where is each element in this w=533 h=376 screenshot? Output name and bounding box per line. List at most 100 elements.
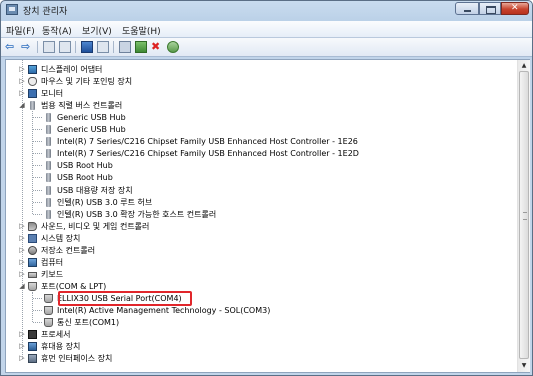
menu-view[interactable]: 보기(V) xyxy=(82,24,112,37)
maximize-button[interactable] xyxy=(479,2,501,15)
expand-toggle-icon[interactable]: ▷ xyxy=(18,341,26,352)
back-arrow-icon[interactable]: ⇦ xyxy=(5,41,17,53)
toolbar-separator xyxy=(37,41,38,53)
device-tree-panel: ▷ 디스플레이 어댑터 ▷ 마우스 및 기타 포인팅 장치 ▷ 모니터 ◢ 범용 직렬 버스 … xyxy=(5,59,530,373)
portable-device-icon xyxy=(28,342,37,352)
usb-icon xyxy=(46,137,51,147)
tree-item-label: 인텔(R) USB 3.0 루트 허브 xyxy=(57,197,153,207)
tree-item-label: 디스플레이 어댑터 xyxy=(41,65,103,74)
port-icon xyxy=(44,293,53,303)
scroll-grip xyxy=(523,212,527,220)
window-title: 장치 관리자 xyxy=(23,7,68,17)
tree-item-label: 인텔(R) USB 3.0 확장 가능한 호스트 컨트롤러 xyxy=(57,209,217,219)
scroll-thumb[interactable] xyxy=(519,71,529,359)
tree-item-label: 휴대용 장치 xyxy=(41,342,81,352)
highlight-box xyxy=(58,291,192,306)
collapse-toggle-icon[interactable]: ◢ xyxy=(18,281,26,292)
processor-icon xyxy=(28,330,37,340)
system-icon xyxy=(28,233,37,243)
expand-toggle-icon[interactable]: ▷ xyxy=(18,329,26,340)
help-icon[interactable] xyxy=(81,41,93,53)
tree-item-label: USB Root Hub xyxy=(57,161,113,171)
scroll-down-button[interactable]: ▼ xyxy=(518,360,530,371)
expand-toggle-icon[interactable]: ▷ xyxy=(18,88,26,99)
tree-item-label: 시스템 장치 xyxy=(41,233,81,243)
usb-icon xyxy=(46,185,51,195)
expand-toggle-icon[interactable]: ▷ xyxy=(18,233,26,244)
tree-item-label: 프로세서 xyxy=(41,330,71,340)
tree-item-label: 범용 직렬 버스 컨트롤러 xyxy=(41,101,123,111)
tree-connector xyxy=(32,111,33,214)
properties-icon[interactable] xyxy=(97,41,109,53)
monitor-icon xyxy=(28,89,37,99)
tree-item-label: Generic USB Hub xyxy=(57,113,126,123)
toolbar-separator xyxy=(113,41,114,53)
menu-bar: 파일(F) 동작(A) 보기(V) 도움말(H) xyxy=(1,21,532,38)
device-tree: ▷ 디스플레이 어댑터 ▷ 마우스 및 기타 포인팅 장치 ▷ 모니터 ◢ 범용 직렬 버스 … xyxy=(6,60,516,372)
tree-item-label: Intel(R) 7 Series/C216 Chipset Family US… xyxy=(57,149,359,159)
expand-toggle-icon[interactable]: ▷ xyxy=(18,76,26,87)
tree-item-label: 통신 포트(COM1) xyxy=(57,318,120,328)
tree-item-label: 사운드, 비디오 및 게임 컨트롤러 xyxy=(41,221,150,231)
tree-connector xyxy=(33,117,42,119)
uninstall-icon[interactable]: ✖ xyxy=(151,41,163,53)
usb-icon xyxy=(46,209,51,219)
device-manager-window: 장치 관리자 파일(F) 동작(A) 보기(V) 도움말(H) ⇦ ⇨ ✖ ▷ 디… xyxy=(0,0,533,376)
tree-connector xyxy=(33,297,42,299)
hid-icon xyxy=(28,354,37,364)
minimize-button[interactable] xyxy=(455,2,479,15)
expand-toggle-icon[interactable]: ▷ xyxy=(18,64,26,75)
show-hide-tree-icon[interactable] xyxy=(43,41,55,53)
scan-hardware-icon[interactable] xyxy=(119,41,131,53)
vertical-scrollbar[interactable]: ▲ ▼ xyxy=(517,60,530,372)
usb-icon xyxy=(46,113,51,123)
scroll-up-button[interactable]: ▲ xyxy=(518,60,530,71)
tree-connector xyxy=(33,129,42,131)
tree-item-label: Intel(R) Active Management Technology - … xyxy=(57,306,271,315)
tree-item-label: Generic USB Hub xyxy=(57,125,126,135)
tree-connector xyxy=(32,291,33,323)
expand-toggle-icon[interactable]: ▷ xyxy=(18,353,26,364)
menu-help[interactable]: 도움말(H) xyxy=(122,24,161,37)
computer-icon xyxy=(28,257,37,267)
device-manager-icon xyxy=(6,4,18,15)
mouse-icon xyxy=(28,77,37,87)
update-driver-icon[interactable] xyxy=(135,41,147,53)
tree-item-label: 모니터 xyxy=(41,89,64,99)
tree-connector xyxy=(33,213,42,215)
tree-connector xyxy=(33,189,42,191)
menu-file[interactable]: 파일(F) xyxy=(6,24,35,37)
tree-connector xyxy=(33,322,42,324)
tree-item-label: Intel(R) 7 Series/C216 Chipset Family US… xyxy=(57,137,358,147)
port-icon xyxy=(44,306,53,315)
tree-item-label: USB Root Hub xyxy=(57,173,113,183)
details-view-icon[interactable] xyxy=(59,41,71,53)
expand-toggle-icon[interactable]: ▷ xyxy=(18,245,26,256)
expand-toggle-icon[interactable]: ▷ xyxy=(18,257,26,268)
tree-connector xyxy=(33,153,42,155)
usb-icon xyxy=(30,101,35,111)
tree-item-label: 컴퓨터 xyxy=(41,257,64,267)
usb-icon xyxy=(46,149,51,159)
enable-device-icon[interactable] xyxy=(167,41,179,53)
title-bar[interactable]: 장치 관리자 xyxy=(1,1,532,19)
menu-action[interactable]: 동작(A) xyxy=(42,24,72,37)
tree-connector xyxy=(33,165,42,167)
expand-toggle-icon[interactable]: ▷ xyxy=(18,221,26,232)
tree-connector xyxy=(33,141,42,143)
forward-arrow-icon[interactable]: ⇨ xyxy=(21,41,33,53)
expand-toggle-icon[interactable]: ▷ xyxy=(18,269,26,280)
storage-icon xyxy=(28,245,37,255)
tree-item-label: 마우스 및 기타 포인팅 장치 xyxy=(41,77,133,87)
usb-icon xyxy=(46,197,51,207)
tree-connector xyxy=(33,310,42,311)
toolbar: ⇦ ⇨ ✖ xyxy=(1,38,532,57)
tree-connector xyxy=(33,201,42,203)
close-button[interactable] xyxy=(501,2,529,15)
collapse-toggle-icon[interactable]: ◢ xyxy=(18,100,26,111)
tree-connector xyxy=(33,177,42,179)
keyboard-icon xyxy=(28,271,37,278)
toolbar-separator xyxy=(75,41,76,53)
usb-icon xyxy=(46,161,51,171)
tree-item-label: USB 대용량 저장 장치 xyxy=(57,185,133,195)
